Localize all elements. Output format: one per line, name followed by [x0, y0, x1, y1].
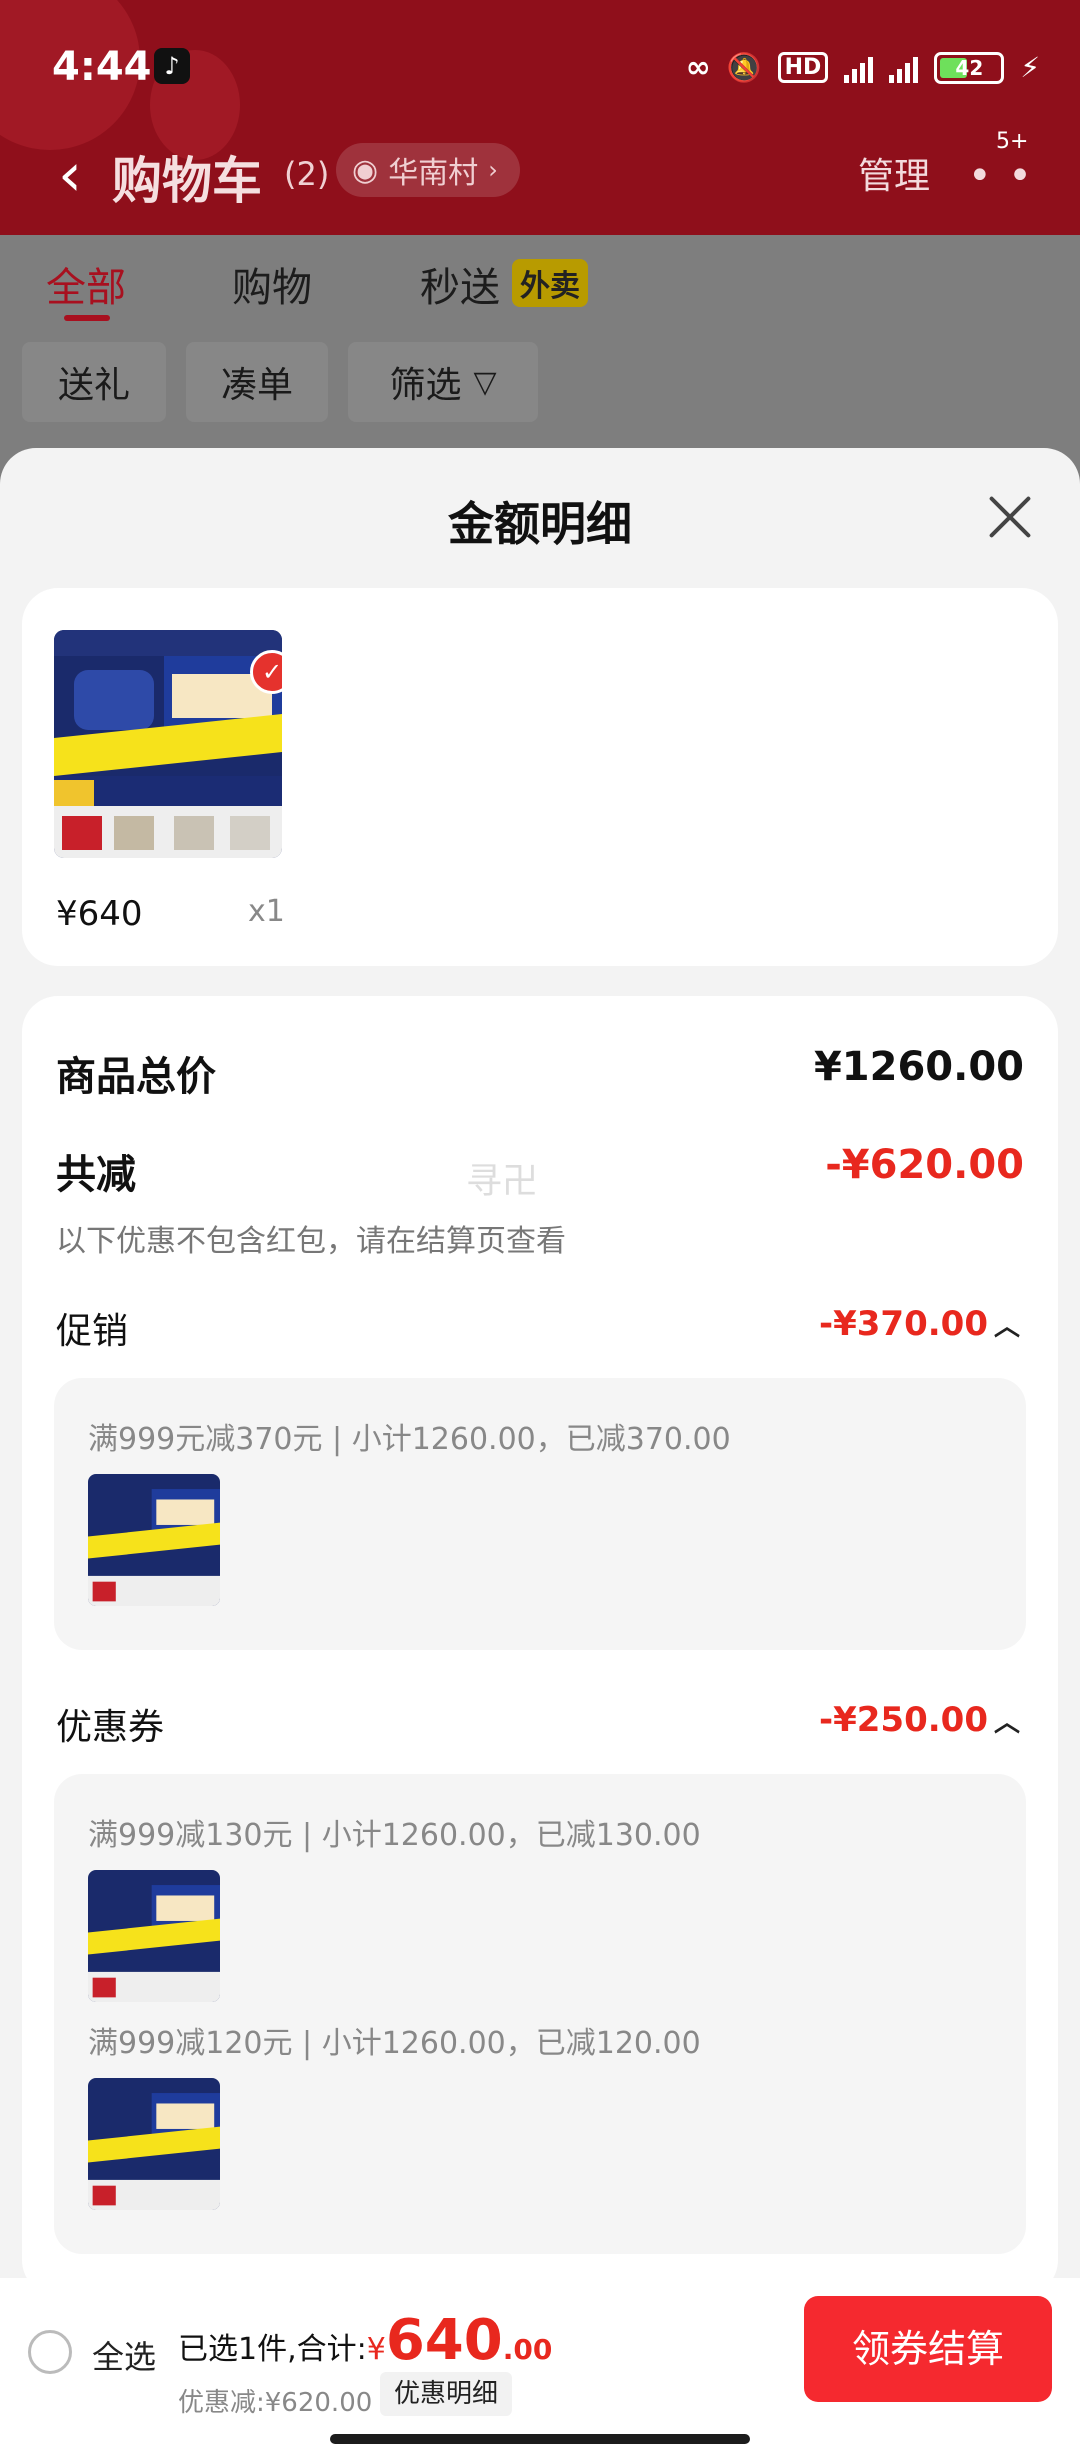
- coupon-panel: 满999减130元 | 小计1260.00，已减130.00 满999减120元…: [54, 1774, 1026, 2254]
- more-badge: 5+: [996, 129, 1029, 154]
- sheet-title: 金额明细: [448, 497, 632, 551]
- discount-detail-button[interactable]: 优惠明细: [380, 2372, 513, 2416]
- hd-icon: HD: [777, 52, 829, 83]
- gesture-bar: [0, 2428, 1080, 2460]
- more-icon[interactable]: • •: [968, 153, 1034, 199]
- product-image[interactable]: ✓: [54, 630, 282, 858]
- amount-detail-sheet: 金额明细 ✓ ¥640 x1 商品总价 ¥1260.00 共减 -¥620.00…: [0, 448, 1080, 2278]
- chevron-up-icon: ︿: [993, 1708, 1020, 1738]
- product-thumbnail: [88, 1474, 220, 1606]
- promotion-toggle[interactable]: -¥370.00 ︿: [819, 1304, 1020, 1344]
- product-image-art: [54, 630, 282, 858]
- product-quantity: x1: [248, 894, 285, 929]
- coupon-value: -¥250.00: [819, 1700, 988, 1740]
- total-decimal: .00: [502, 2333, 553, 2366]
- product-price: ¥640: [56, 894, 143, 934]
- product-thumbnail: [88, 1870, 220, 2002]
- eye-icon: ◉: [352, 152, 379, 188]
- promotion-label: 促销: [56, 1311, 129, 1352]
- coupon-rule: 满999减130元 | 小计1260.00，已减130.00: [88, 1818, 701, 1853]
- redpacket-note: 以下优惠不包含红包，请在结算页查看: [56, 1224, 566, 1259]
- chip-filter[interactable]: 筛选 ▽: [348, 342, 538, 422]
- status-bar: 4:44 ♪ ∞ 🔕 HD 42 ⚡: [0, 0, 1080, 135]
- total-integer: 640: [385, 2308, 503, 2373]
- currency-symbol: ¥: [366, 2332, 386, 2367]
- coupon-toggle[interactable]: -¥250.00 ︿: [819, 1700, 1020, 1740]
- signal-icon: [889, 53, 919, 83]
- back-arrow-icon[interactable]: ‹: [58, 145, 82, 205]
- page-title: 购物车: [112, 152, 262, 210]
- chevron-up-icon: ︿: [993, 1312, 1020, 1342]
- chip-label: 筛选: [389, 365, 462, 406]
- thumbnail-art: [88, 2078, 220, 2210]
- cart-tabs: 全部 购物 秒送 外卖: [0, 255, 1080, 325]
- takeout-badge: 外卖: [512, 259, 588, 307]
- total-value: ¥1260.00: [813, 1044, 1024, 1090]
- chip-label: 送礼: [57, 365, 130, 406]
- tab-all[interactable]: 全部: [46, 255, 126, 313]
- checkout-bar: 全选 已选1件,合计: ¥ 640 .00 优惠减:¥620.00 优惠明细 领…: [0, 2278, 1080, 2428]
- tab-shopping[interactable]: 购物: [232, 255, 312, 313]
- product-thumbnail: [88, 2078, 220, 2210]
- thumbnail-art: [88, 1474, 220, 1606]
- selected-count-text: 已选1件,合计:: [178, 2332, 367, 2367]
- filter-icon: ▽: [473, 364, 497, 400]
- cart-header: ‹ 购物车 (2) ◉ 华南村 › 管理 • • 5+: [0, 129, 1080, 235]
- location-label: 华南村: [388, 156, 479, 191]
- total-summary: 已选1件,合计: ¥ 640 .00: [178, 2308, 553, 2373]
- checkout-button[interactable]: 领券结算: [804, 2296, 1052, 2402]
- chip-bundle[interactable]: 凑单: [186, 342, 328, 422]
- select-all-radio[interactable]: [28, 2330, 72, 2374]
- thumbnail-art: [88, 1870, 220, 2002]
- manage-button[interactable]: 管理: [858, 147, 930, 199]
- total-label: 商品总价: [56, 1054, 216, 1100]
- cart-count: (2): [284, 155, 330, 193]
- home-indicator[interactable]: [330, 2434, 750, 2444]
- coupon-rule: 满999减120元 | 小计1260.00，已减120.00: [88, 2026, 701, 2061]
- battery-icon: 42: [934, 51, 1005, 84]
- link-icon: ∞: [685, 50, 711, 85]
- chip-label: 凑单: [220, 365, 293, 406]
- close-icon[interactable]: [986, 494, 1032, 540]
- promotion-value: -¥370.00: [819, 1304, 988, 1344]
- select-all-label[interactable]: 全选: [92, 2332, 156, 2378]
- discount-text: 优惠减:¥620.00: [178, 2388, 373, 2418]
- signal-icon: [844, 53, 874, 83]
- filter-chips: 送礼 凑单 筛选 ▽: [0, 342, 1080, 422]
- status-icons: ∞ 🔕 HD 42 ⚡: [686, 50, 1040, 85]
- watermark: 寻卍: [466, 1161, 539, 1202]
- location-chip[interactable]: ◉ 华南村 ›: [336, 143, 520, 197]
- chevron-right-icon: ›: [488, 156, 498, 184]
- mute-icon: 🔕: [726, 51, 762, 84]
- coupon-label: 优惠券: [56, 1707, 165, 1748]
- reduce-value: -¥620.00: [825, 1142, 1024, 1188]
- reduce-label: 共减: [56, 1152, 136, 1198]
- charging-icon: ⚡: [1020, 51, 1040, 84]
- tab-express[interactable]: 秒送: [420, 255, 500, 313]
- price-breakdown-card: 商品总价 ¥1260.00 共减 -¥620.00 寻卍 以下优惠不包含红包，请…: [22, 996, 1058, 2278]
- tab-underline: [64, 315, 110, 321]
- status-time: 4:44: [52, 44, 152, 90]
- promotion-rule: 满999元减370元 | 小计1260.00，已减370.00: [88, 1422, 731, 1457]
- chip-gift[interactable]: 送礼: [22, 342, 166, 422]
- product-card: ✓ ¥640 x1: [22, 588, 1058, 966]
- battery-percent: 42: [955, 55, 984, 80]
- promotion-panel: 满999元减370元 | 小计1260.00，已减370.00: [54, 1378, 1026, 1650]
- tiktok-icon: ♪: [154, 48, 190, 84]
